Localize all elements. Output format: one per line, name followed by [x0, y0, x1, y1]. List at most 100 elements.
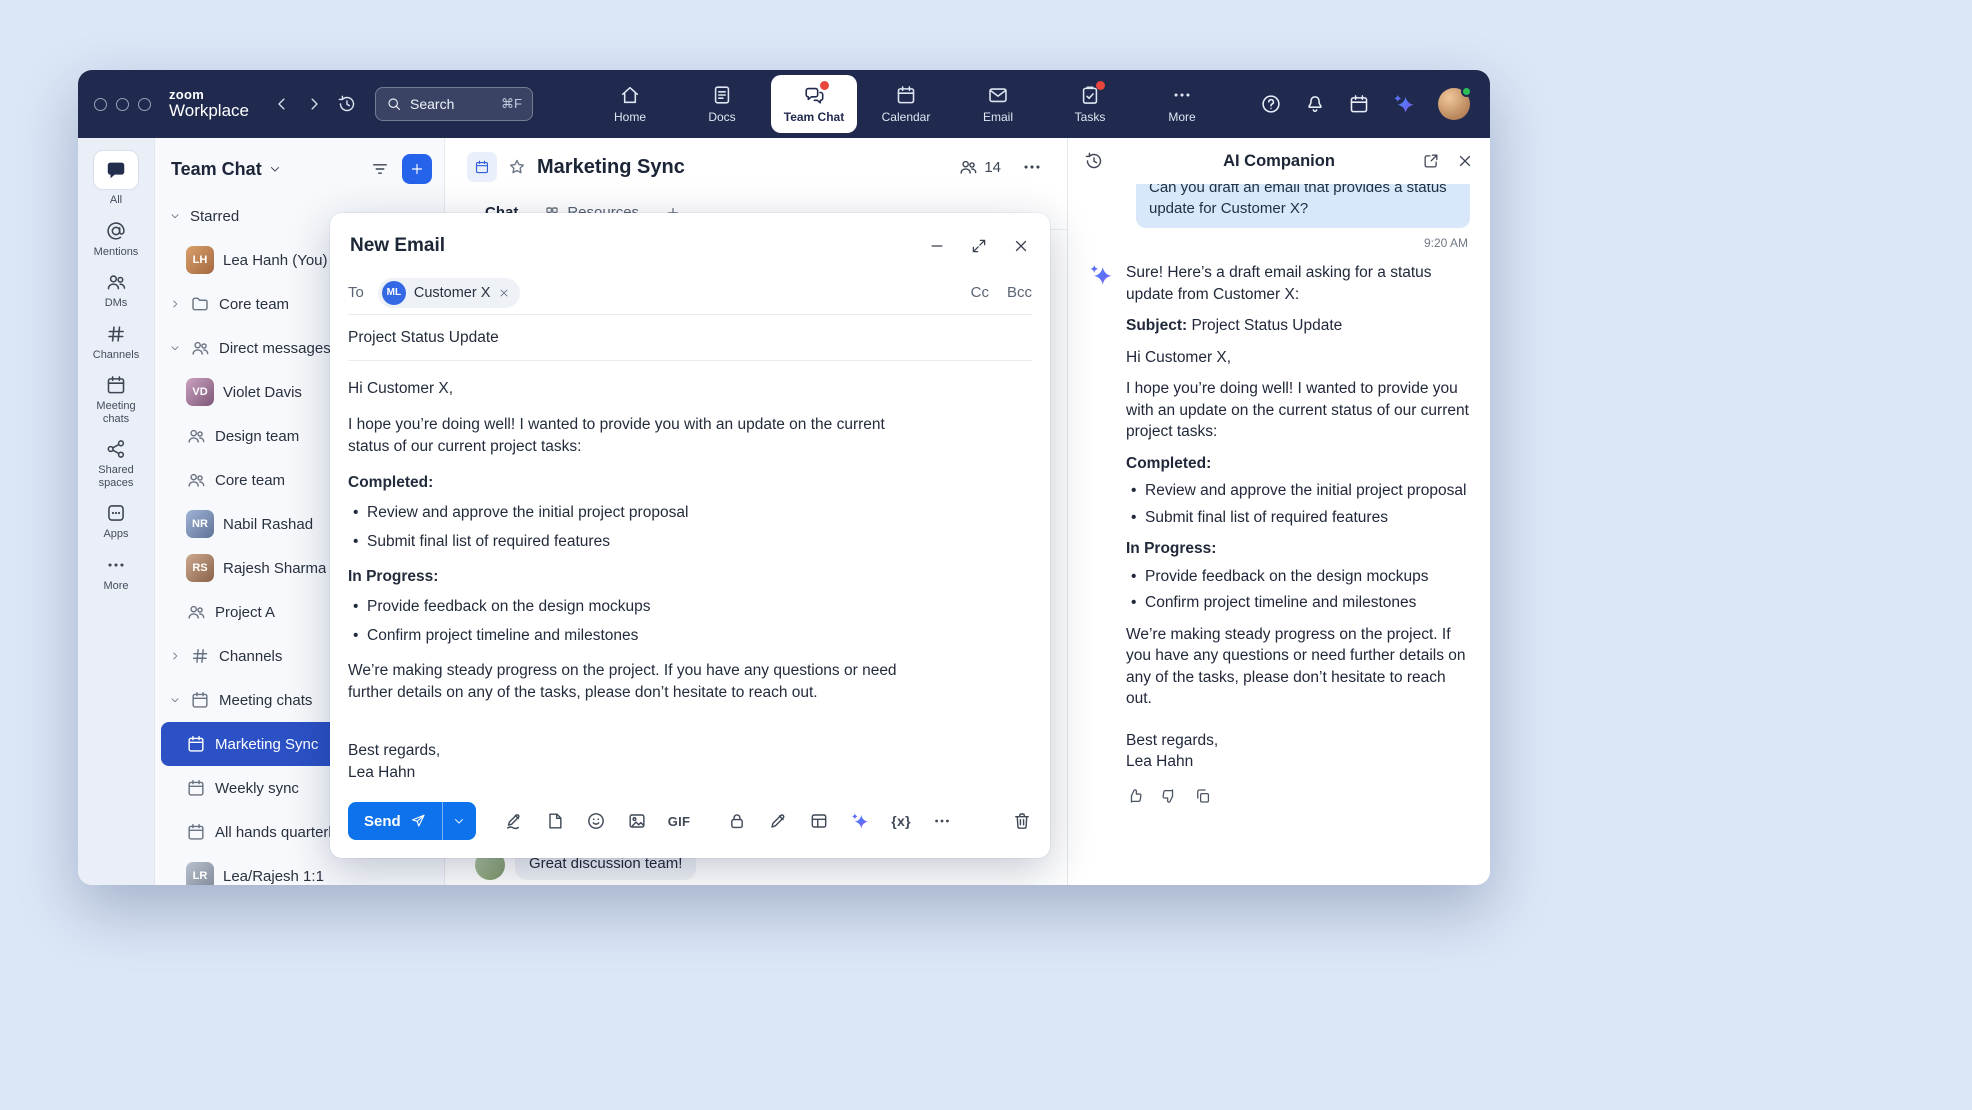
user-avatar[interactable]	[1438, 88, 1470, 120]
rail-item-apps[interactable]: Apps	[103, 502, 128, 541]
compose-title: New Email	[350, 235, 445, 257]
hash-icon	[190, 646, 210, 666]
attach-file-icon[interactable]	[545, 811, 565, 831]
bcc-button[interactable]: Bcc	[1007, 284, 1032, 301]
forward-icon[interactable]	[305, 95, 323, 113]
apps-icon	[105, 502, 127, 524]
nav-label: Calendar	[882, 110, 931, 124]
send-options-button[interactable]	[442, 802, 476, 840]
schedule-calendar-icon[interactable]	[1348, 93, 1370, 115]
more-icon[interactable]	[932, 811, 952, 831]
calendar-icon	[895, 84, 917, 106]
nav-tasks[interactable]: Tasks	[1047, 75, 1133, 133]
email-completed-label: Completed:	[348, 472, 928, 494]
channel-title: Marketing Sync	[537, 156, 685, 179]
subject-label: Subject:	[1126, 317, 1187, 334]
rail-item-shared-spaces[interactable]: Shared spaces	[83, 438, 149, 489]
nav-team-chat[interactable]: Team Chat	[771, 75, 857, 133]
list-item: Provide feedback on the design mockups	[1126, 566, 1470, 588]
rail-item-mentions[interactable]: Mentions	[94, 220, 139, 259]
window-zoom-button[interactable]	[138, 98, 151, 111]
history-icon[interactable]	[337, 94, 357, 114]
nav-email[interactable]: Email	[955, 75, 1041, 133]
minimize-icon[interactable]	[928, 237, 946, 255]
rail-item-channels[interactable]: Channels	[93, 323, 139, 362]
people-icon	[190, 338, 210, 358]
ai-sparkle-icon[interactable]	[850, 811, 870, 831]
chat-row-label: All hands quarterly	[215, 824, 339, 841]
section-label: Direct messages	[219, 340, 331, 357]
help-icon[interactable]	[1260, 93, 1282, 115]
topbar-right	[1260, 88, 1470, 120]
left-rail: All Mentions DMs Channels Meeting chats …	[78, 138, 155, 885]
nav-calendar[interactable]: Calendar	[863, 75, 949, 133]
search-input[interactable]: Search ⌘F	[375, 87, 533, 121]
close-icon[interactable]	[1012, 237, 1030, 255]
ai-in-progress-list: Provide feedback on the design mockups C…	[1126, 566, 1470, 614]
list-item: Provide feedback on the design mockups	[348, 596, 928, 618]
template-layout-icon[interactable]	[809, 811, 829, 831]
rail-label: Mentions	[94, 246, 139, 259]
gif-icon[interactable]: GIF	[668, 814, 691, 829]
rail-item-dms[interactable]: DMs	[105, 271, 128, 310]
nav-more[interactable]: More	[1139, 75, 1225, 133]
notifications-bell-icon[interactable]	[1304, 93, 1326, 115]
chat-row-label: Nabil Rashad	[223, 516, 313, 533]
ai-subject-line: Subject: Project Status Update	[1126, 315, 1470, 337]
favorite-star-icon[interactable]	[507, 157, 527, 177]
signature-icon[interactable]	[504, 811, 524, 831]
close-ai-panel-icon[interactable]	[1456, 152, 1474, 170]
emoji-icon[interactable]	[586, 811, 606, 831]
email-body-editor[interactable]: Hi Customer X, I hope you’re doing well!…	[348, 361, 928, 792]
thumbs-down-icon[interactable]	[1160, 787, 1178, 805]
rail-label: More	[103, 580, 128, 593]
content-area: All Mentions DMs Channels Meeting chats …	[78, 138, 1490, 885]
ai-feedback-bar	[1126, 787, 1470, 805]
thumbs-up-icon[interactable]	[1126, 787, 1144, 805]
ai-companion-sparkle-icon[interactable]	[1392, 92, 1416, 116]
panel-title[interactable]: Team Chat	[171, 159, 262, 180]
nav-label: Home	[614, 110, 646, 124]
pop-out-icon[interactable]	[1422, 152, 1440, 170]
notification-dot	[820, 81, 829, 90]
insert-image-icon[interactable]	[627, 811, 647, 831]
recipient-field[interactable]: To ML Customer X Cc Bcc	[348, 271, 1032, 315]
rail-item-more[interactable]: More	[103, 554, 128, 593]
nav-docs[interactable]: Docs	[679, 75, 765, 133]
remove-recipient-icon[interactable]	[498, 287, 510, 299]
filter-icon[interactable]	[370, 159, 390, 179]
channel-more-icon[interactable]	[1021, 156, 1043, 178]
window-minimize-button[interactable]	[116, 98, 129, 111]
cc-button[interactable]: Cc	[971, 284, 989, 301]
recipient-chip[interactable]: ML Customer X	[378, 278, 521, 308]
chat-row-label: Weekly sync	[215, 780, 299, 797]
copy-icon[interactable]	[1194, 787, 1212, 805]
member-count[interactable]: 14	[958, 157, 1001, 177]
list-item: Review and approve the initial project p…	[1126, 480, 1470, 502]
rail-item-all[interactable]: All	[93, 150, 139, 207]
hash-icon	[105, 323, 127, 345]
to-label: To	[348, 284, 364, 301]
logo-zoom-text: zoom	[169, 88, 249, 102]
chat-row-label: Lea/Rajesh 1:1	[223, 868, 324, 885]
navigation-buttons	[273, 94, 357, 114]
rail-item-meeting-chats[interactable]: Meeting chats	[83, 374, 149, 425]
send-button[interactable]: Send	[348, 802, 442, 840]
ai-companion-panel: AI Companion Can you draft an email that…	[1067, 138, 1490, 885]
chat-row-label: Rajesh Sharma	[223, 560, 326, 577]
subject-field[interactable]: Project Status Update	[348, 315, 1032, 361]
search-icon	[386, 96, 402, 112]
back-icon[interactable]	[273, 95, 291, 113]
chat-row-lea-rajesh-1-1[interactable]: LR Lea/Rajesh 1:1	[161, 854, 438, 885]
chevron-down-icon[interactable]	[268, 162, 282, 176]
expand-icon[interactable]	[970, 237, 988, 255]
new-chat-button[interactable]	[402, 154, 432, 184]
variables-icon[interactable]: {x}	[891, 813, 911, 829]
ai-history-icon[interactable]	[1084, 151, 1104, 171]
draw-pencil-icon[interactable]	[768, 811, 788, 831]
encryption-lock-icon[interactable]	[727, 811, 747, 831]
discard-draft-trash-icon[interactable]	[1012, 811, 1032, 831]
nav-home[interactable]: Home	[587, 75, 673, 133]
channel-calendar-icon	[467, 152, 497, 182]
window-close-button[interactable]	[94, 98, 107, 111]
